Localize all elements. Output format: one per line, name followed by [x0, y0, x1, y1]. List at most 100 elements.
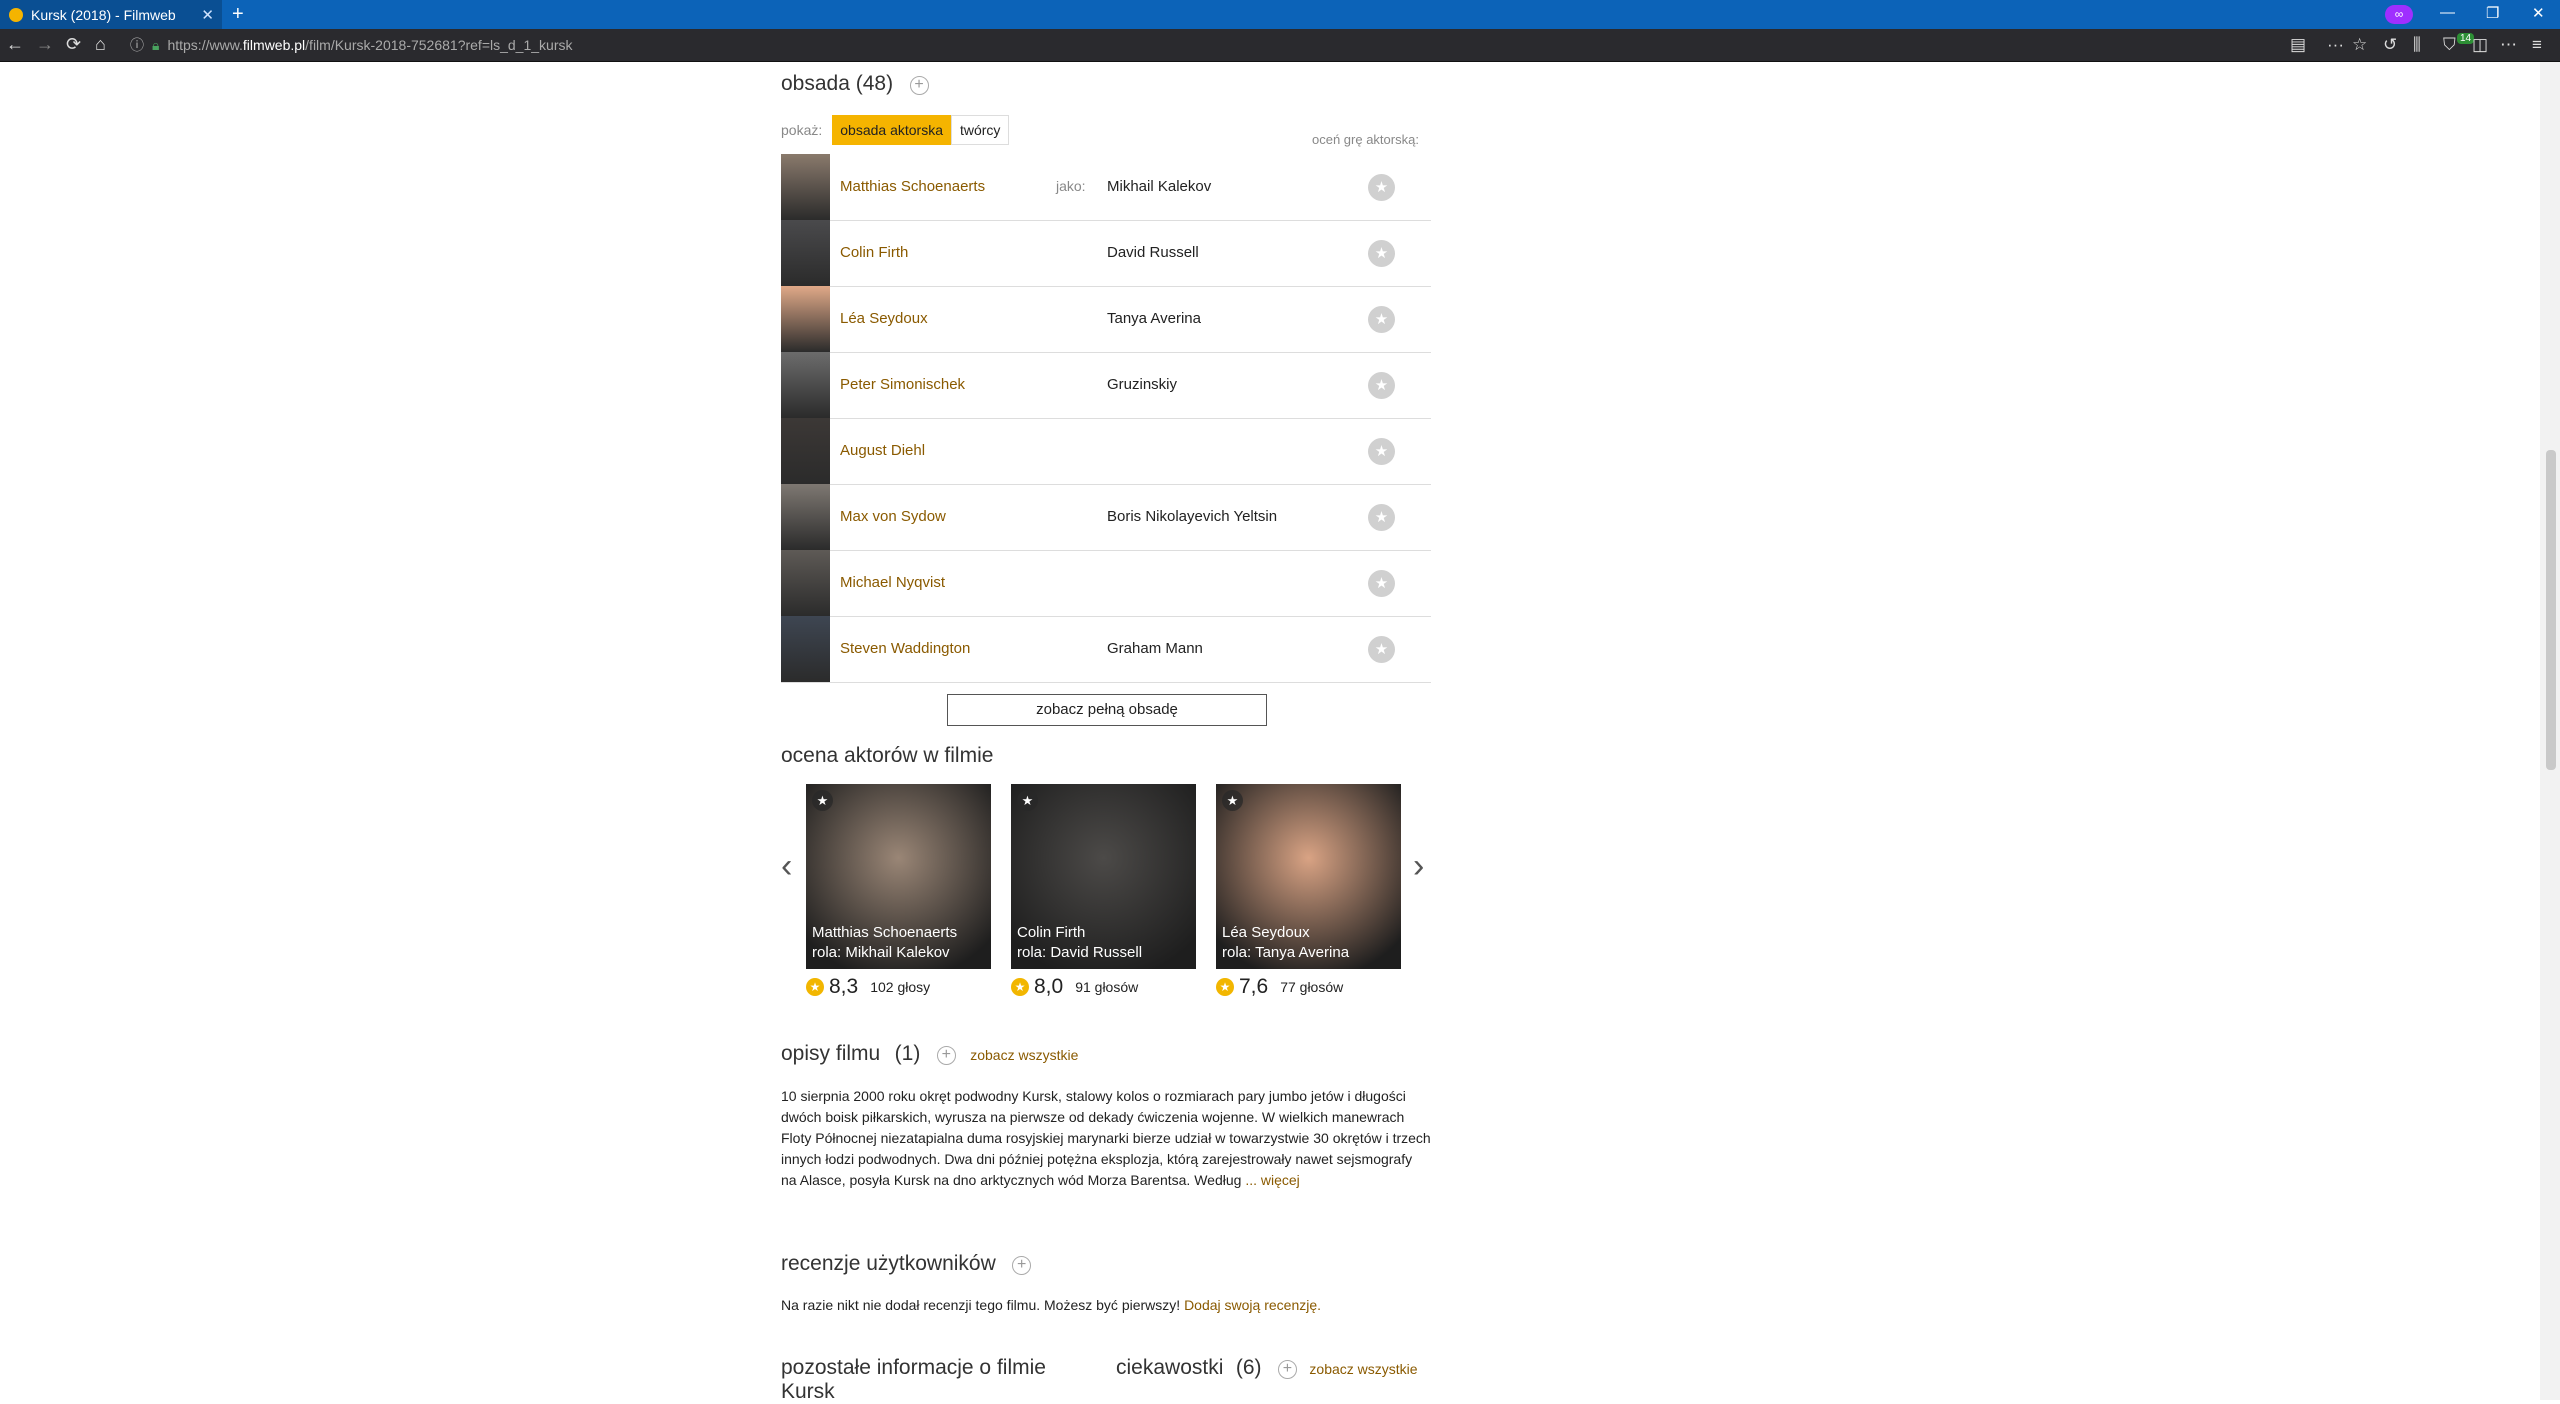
reviews-heading: recenzje użytkowników + — [781, 1252, 1032, 1276]
add-description-icon[interactable]: + — [936, 1046, 956, 1066]
extensions-icon[interactable]: ⋯ — [2500, 35, 2517, 55]
private-browsing-mask-icon: ∞ — [2385, 5, 2413, 24]
actor-rating-photo[interactable]: ★ Matthias Schoenaerts rola: Mikhail Kal… — [806, 784, 991, 969]
rate-star-icon[interactable]: ★ — [812, 790, 833, 811]
actor-rating-photo[interactable]: ★ Colin Firth rola: David Russell — [1011, 784, 1196, 969]
minimize-button[interactable]: — — [2440, 4, 2455, 21]
cast-row: August Diehl ★ — [781, 418, 1431, 485]
rate-actor-star-icon[interactable]: ★ — [1368, 504, 1395, 531]
filmweb-favicon-icon — [9, 7, 23, 22]
actor-name-link[interactable]: Max von Sydow — [840, 508, 946, 525]
scrollbar-thumb[interactable] — [2546, 450, 2556, 770]
actor-photo[interactable] — [781, 154, 830, 220]
rate-actor-star-icon[interactable]: ★ — [1368, 570, 1395, 597]
actor-rating-photo[interactable]: ★ Léa Seydoux rola: Tanya Averina — [1216, 784, 1401, 969]
site-info-icon[interactable]: ⓘ — [130, 35, 144, 55]
cast-row: Peter Simonischek Gruzinskiy ★ — [781, 352, 1431, 419]
cast-row: Michael Nyqvist ★ — [781, 550, 1431, 617]
menu-icon[interactable]: ≡ — [2532, 35, 2542, 55]
bookmark-star-icon[interactable]: ☆ — [2352, 35, 2367, 55]
history-icon[interactable]: ↺ — [2383, 35, 2397, 55]
actor-photo[interactable] — [781, 418, 830, 484]
rate-actor-star-icon[interactable]: ★ — [1368, 240, 1395, 267]
cast-row: Max von Sydow Boris Nikolayevich Yeltsin… — [781, 484, 1431, 551]
actor-rating-card[interactable]: ★ Matthias Schoenaerts rola: Mikhail Kal… — [806, 784, 991, 999]
actor-name-link[interactable]: Léa Seydoux — [840, 310, 928, 327]
role-name: Gruzinskiy — [1107, 376, 1178, 393]
actor-ratings-carousel: ★ Matthias Schoenaerts rola: Mikhail Kal… — [806, 784, 1401, 1004]
add-review-icon[interactable]: + — [1012, 1256, 1032, 1276]
actor-rating-score: ★ 7,6 77 głosów — [1216, 975, 1401, 999]
back-arrow-icon[interactable]: ← — [6, 34, 24, 55]
rate-actor-star-icon[interactable]: ★ — [1368, 306, 1395, 333]
filter-crew-button[interactable]: twórcy — [950, 115, 1010, 145]
vote-count: 102 głosy — [870, 979, 931, 995]
reviews-empty-text: Na razie nikt nie dodał recenzji tego fi… — [781, 1297, 1181, 1313]
rate-actor-star-icon[interactable]: ★ — [1368, 372, 1395, 399]
rate-actor-star-icon[interactable]: ★ — [1368, 438, 1395, 465]
home-icon[interactable]: ⌂ — [95, 34, 106, 55]
carousel-prev-icon[interactable]: ‹ — [781, 847, 792, 886]
browser-tab[interactable]: Kursk (2018) - Filmweb ✕ — [0, 0, 222, 29]
actor-rating-card[interactable]: ★ Léa Seydoux rola: Tanya Averina ★ 7,6 … — [1216, 784, 1401, 999]
rate-star-icon[interactable]: ★ — [1222, 790, 1243, 811]
descriptions-title: opisy filmu — [781, 1042, 881, 1065]
library-icon[interactable]: ⫼ — [2413, 35, 2421, 55]
cast-row: Léa Seydoux Tanya Averina ★ — [781, 286, 1431, 353]
reviews-title: recenzje użytkowników — [781, 1252, 996, 1275]
actor-ratings-title: ocena aktorów w filmie — [781, 744, 994, 767]
actor-rating-role: rola: Tanya Averina — [1222, 944, 1350, 961]
reload-icon[interactable]: ⟳ — [66, 34, 81, 55]
cast-row: Steven Waddington Graham Mann ★ — [781, 616, 1431, 683]
actor-rating-role: rola: Mikhail Kalekov — [812, 944, 950, 961]
rate-actor-star-icon[interactable]: ★ — [1368, 174, 1395, 201]
actor-rating-caption: Matthias Schoenaerts rola: Mikhail Kalek… — [812, 923, 957, 963]
trivia-see-all-link[interactable]: zobacz wszystkie — [1309, 1361, 1417, 1377]
add-cast-icon[interactable]: + — [909, 76, 929, 96]
filter-cast-button[interactable]: obsada aktorska — [832, 115, 951, 145]
actor-name-link[interactable]: Michael Nyqvist — [840, 574, 945, 591]
descriptions-see-all-link[interactable]: zobacz wszystkie — [970, 1047, 1078, 1063]
url-bar[interactable]: ⓘ 🔒︎ https://www. filmweb.pl/film/Kursk-2… — [130, 33, 2270, 57]
actor-rating-score: ★ 8,3 102 głosy — [806, 975, 991, 999]
reviews-empty: Na razie nikt nie dodał recenzji tego fi… — [781, 1295, 1321, 1316]
actor-name-link[interactable]: Colin Firth — [840, 244, 908, 261]
show-label: pokaż: — [781, 122, 823, 138]
add-review-link[interactable]: Dodaj swoją recenzję. — [1184, 1297, 1321, 1313]
trivia-count: (6) — [1235, 1356, 1262, 1379]
restore-button[interactable]: ❐ — [2486, 4, 2499, 22]
close-window-button[interactable]: ✕ — [2532, 4, 2545, 22]
shield-extension-icon[interactable]: ⛉ — [2443, 35, 2456, 55]
actor-photo[interactable] — [781, 352, 830, 418]
forward-arrow-icon[interactable]: → — [36, 34, 54, 55]
description-more-link[interactable]: ... więcej — [1245, 1172, 1299, 1188]
cast-heading: obsada (48) + — [781, 72, 929, 96]
actor-name-link[interactable]: Steven Waddington — [840, 640, 970, 657]
actor-photo[interactable] — [781, 616, 830, 682]
add-trivia-icon[interactable]: + — [1277, 1360, 1297, 1380]
description-text: 10 sierpnia 2000 roku okręt podwodny Kur… — [781, 1086, 1431, 1191]
other-info-title: pozostałe informacje o filmie — [781, 1356, 1046, 1379]
actor-photo[interactable] — [781, 550, 830, 616]
rate-actor-star-icon[interactable]: ★ — [1368, 636, 1395, 663]
reader-view-icon[interactable]: ▤ — [2290, 35, 2306, 55]
url-path: /film/Kursk-2018-752681?ref=ls_d_1_kursk — [305, 37, 573, 53]
full-cast-button[interactable]: zobacz pełną obsadę — [947, 694, 1267, 726]
actor-name-link[interactable]: Matthias Schoenaerts — [840, 178, 985, 195]
actor-photo[interactable] — [781, 220, 830, 286]
sidebar-icon[interactable]: ◫ — [2472, 35, 2488, 55]
rate-star-icon[interactable]: ★ — [1017, 790, 1038, 811]
rate-hint: oceń grę aktorską: — [1312, 132, 1419, 147]
actor-name-link[interactable]: Peter Simonischek — [840, 376, 965, 393]
actor-rating-role: rola: David Russell — [1017, 944, 1143, 961]
score-value: 8,3 — [829, 975, 859, 998]
actor-rating-card[interactable]: ★ Colin Firth rola: David Russell ★ 8,0 … — [1011, 784, 1196, 999]
actor-photo[interactable] — [781, 286, 830, 352]
page-actions-icon[interactable]: ··· — [2327, 35, 2344, 55]
carousel-next-icon[interactable]: › — [1413, 847, 1424, 886]
actor-name-link[interactable]: August Diehl — [840, 442, 925, 459]
tab-close-icon[interactable]: ✕ — [201, 6, 214, 24]
actor-photo[interactable] — [781, 484, 830, 550]
score-star-icon: ★ — [1011, 978, 1029, 996]
new-tab-button[interactable]: + — [232, 3, 244, 26]
